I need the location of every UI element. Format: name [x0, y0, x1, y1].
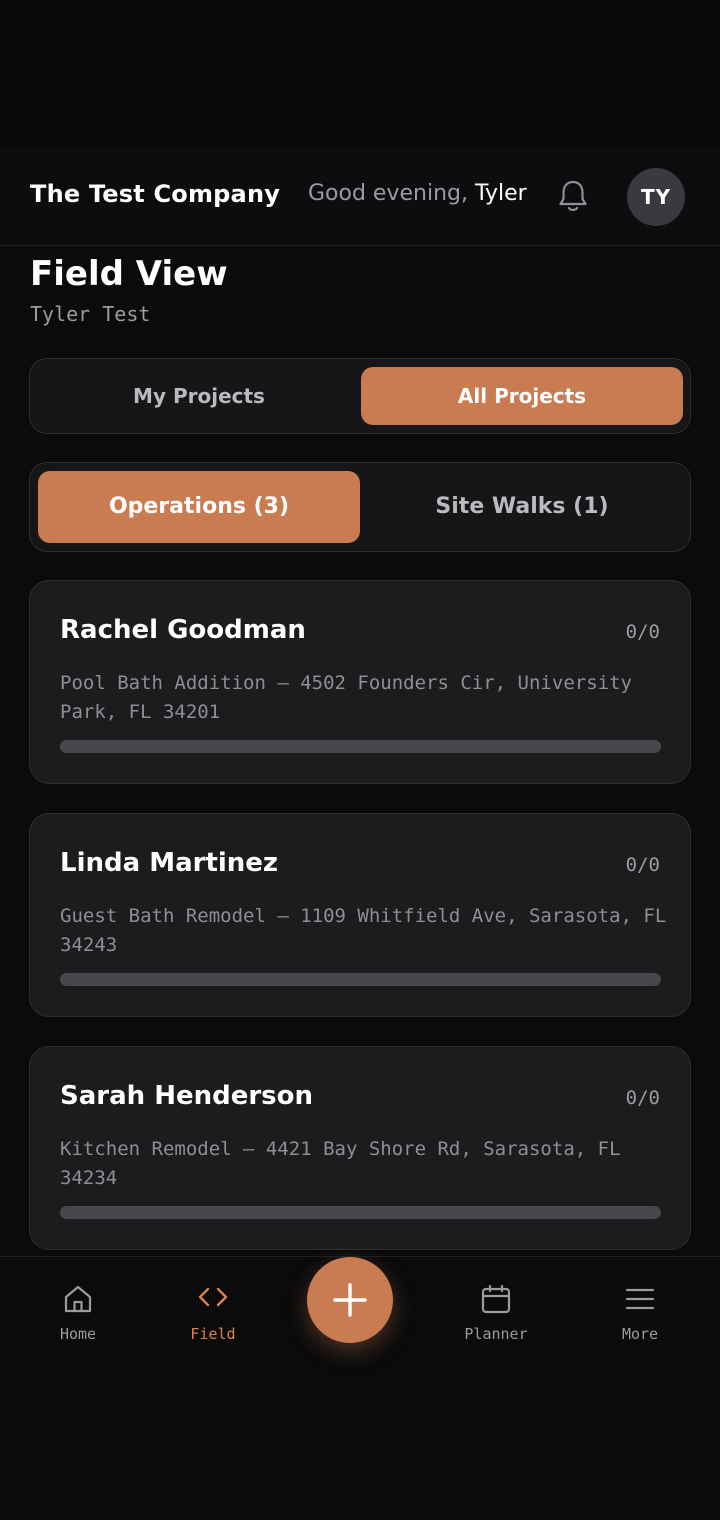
- project-progress-bar: [60, 973, 661, 986]
- category-tabs: Operations (3) Site Walks (1): [29, 462, 691, 552]
- project-progress-bar: [60, 740, 661, 753]
- project-description: Kitchen Remodel — 4421 Bay Shore Rd, Sar…: [60, 1138, 621, 1189]
- project-task-count: 0/0: [625, 621, 660, 643]
- greeting-prefix: Good evening,: [308, 181, 468, 206]
- project-description: Guest Bath Remodel — 1109 Whitfield Ave,…: [60, 905, 667, 956]
- user-avatar[interactable]: TY: [627, 168, 685, 226]
- nav-item-planner[interactable]: Planner: [436, 1283, 556, 1343]
- project-card[interactable]: Sarah Henderson 0/0 Kitchen Remodel — 44…: [29, 1046, 691, 1250]
- app-header: The Test Company Good evening, Tyler TY: [0, 150, 720, 246]
- app-screen: The Test Company Good evening, Tyler TY …: [0, 0, 720, 1520]
- project-description: Pool Bath Addition — 4502 Founders Cir, …: [60, 672, 632, 723]
- project-task-count: 0/0: [625, 854, 660, 876]
- all-projects-tab[interactable]: All Projects: [361, 367, 683, 425]
- home-icon: [64, 1285, 92, 1313]
- project-client-name: Rachel Goodman: [60, 615, 306, 645]
- greeting-user-name: Tyler: [474, 181, 527, 206]
- project-task-count: 0/0: [625, 1087, 660, 1109]
- nav-item-field[interactable]: Field: [153, 1283, 273, 1343]
- nav-item-more[interactable]: More: [580, 1283, 700, 1343]
- notifications-bell-icon[interactable]: [556, 178, 590, 214]
- status-bar-area: [0, 0, 720, 150]
- nav-label-more: More: [621, 1325, 659, 1343]
- project-card[interactable]: Linda Martinez 0/0 Guest Bath Remodel — …: [29, 813, 691, 1017]
- menu-icon: [625, 1288, 655, 1310]
- company-name: The Test Company: [30, 180, 281, 208]
- nav-item-home[interactable]: Home: [18, 1283, 138, 1343]
- project-scope-toggle: My Projects All Projects: [29, 358, 691, 434]
- nav-label-field: Field: [190, 1325, 236, 1343]
- project-client-name: Sarah Henderson: [60, 1081, 314, 1111]
- operations-tab[interactable]: Operations (3): [38, 471, 360, 543]
- my-projects-tab[interactable]: My Projects: [38, 367, 360, 425]
- site-walks-tab[interactable]: Site Walks (1): [361, 471, 683, 543]
- project-progress-bar: [60, 1206, 661, 1219]
- greeting: Good evening, Tyler: [308, 181, 527, 206]
- add-button[interactable]: [307, 1257, 393, 1343]
- project-client-name: Linda Martinez: [60, 848, 279, 878]
- nav-label-planner: Planner: [464, 1325, 528, 1343]
- project-card[interactable]: Rachel Goodman 0/0 Pool Bath Addition — …: [29, 580, 691, 784]
- page-title: Field View: [30, 254, 228, 294]
- page-subtitle: Tyler Test: [30, 302, 151, 326]
- plus-icon: [333, 1283, 367, 1317]
- code-brackets-icon: [198, 1287, 228, 1307]
- nav-label-home: Home: [59, 1325, 97, 1343]
- calendar-icon: [481, 1284, 511, 1314]
